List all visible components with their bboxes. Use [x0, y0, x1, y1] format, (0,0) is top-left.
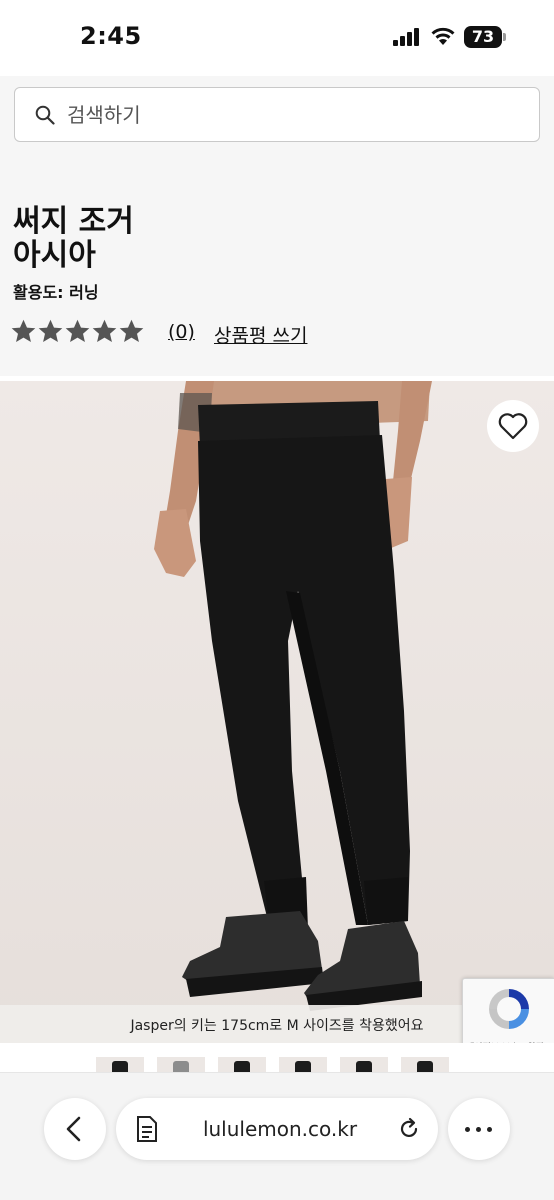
star-icon: [11, 319, 36, 342]
product-image[interactable]: [0, 381, 554, 1043]
star-icon: [65, 319, 90, 342]
star-icon: [38, 319, 63, 342]
recaptcha-icon: [489, 989, 529, 1029]
back-button[interactable]: [44, 1098, 106, 1160]
review-count-link[interactable]: (0): [168, 321, 195, 343]
write-review-link[interactable]: 상품평 쓰기: [214, 321, 307, 348]
search-input[interactable]: [67, 88, 507, 141]
url-text[interactable]: lululemon.co.kr: [180, 1117, 380, 1141]
battery-icon: 73: [464, 26, 506, 48]
search-box[interactable]: [14, 87, 540, 142]
search-icon: [35, 105, 55, 125]
status-bar: 2:45 73: [0, 0, 554, 76]
rating-stars[interactable]: [10, 318, 145, 345]
reload-icon[interactable]: [397, 1117, 421, 1141]
rating-row: (0) 상품평 쓰기: [10, 318, 530, 348]
heart-icon: [498, 413, 528, 440]
browser-toolbar: lululemon.co.kr: [0, 1072, 554, 1200]
product-title: 써지 조거 아시아: [13, 205, 134, 273]
product-title-line2: 아시아: [13, 238, 96, 273]
wifi-icon: [431, 27, 455, 45]
signal-icon: [393, 28, 421, 46]
reader-icon[interactable]: [136, 1115, 160, 1143]
product-activity: 활용도: 러닝: [13, 283, 99, 302]
more-button[interactable]: [448, 1098, 510, 1160]
star-icon: [119, 319, 144, 342]
more-icon: [465, 1127, 470, 1132]
star-icon: [92, 319, 117, 342]
product-title-line1: 써지 조거: [13, 204, 134, 239]
status-time: 2:45: [80, 22, 142, 50]
wishlist-button[interactable]: [487, 400, 539, 452]
product-photo-joggers: [0, 381, 554, 1043]
address-bar[interactable]: lululemon.co.kr: [116, 1098, 438, 1160]
battery-level: 73: [471, 27, 495, 46]
back-icon: [66, 1116, 81, 1142]
